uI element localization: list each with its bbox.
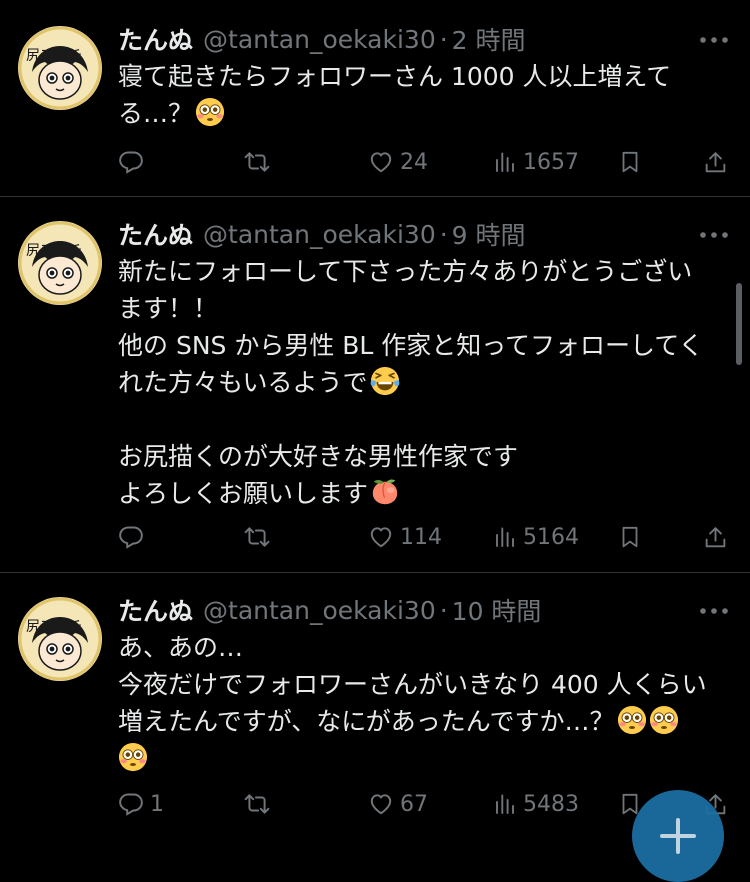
- tweet-text-line: 増えたんですが、なにがあったんですか…？: [118, 703, 728, 740]
- compose-plus-icon: [660, 818, 696, 854]
- view-count: 5164: [523, 524, 579, 550]
- tweet-actions: 24 1657: [118, 145, 738, 179]
- tweet-text-fragment: 増えたんですが、なにがあったんですか…？: [118, 707, 615, 736]
- share-button[interactable]: [703, 145, 728, 179]
- retweet-button[interactable]: [244, 145, 270, 179]
- laughing-tears-face-icon: [370, 366, 400, 396]
- tweet-text-line: 新たにフォローして下さった方々ありがとうござい: [118, 257, 693, 286]
- tweet-text-fragment: る…？: [118, 99, 194, 128]
- timestamp[interactable]: 9 時間: [452, 216, 526, 252]
- user-handle[interactable]: @tantan_oekaki30: [203, 25, 436, 54]
- share-icon: [703, 150, 728, 175]
- tweet-text: 寝て起きたらフォロワーさん 1000 人以上増えて る…？: [118, 58, 728, 132]
- avatar[interactable]: 尻フェチ: [18, 597, 102, 681]
- tweet-header: たんぬ @tantan_oekaki30 · 10 時間: [118, 593, 541, 627]
- separator-dot: ·: [439, 595, 448, 625]
- separator-dot: ·: [439, 24, 448, 54]
- heart-icon: [368, 791, 394, 817]
- more-icon[interactable]: [698, 32, 730, 48]
- user-handle[interactable]: @tantan_oekaki30: [203, 220, 436, 249]
- heart-icon: [368, 524, 394, 550]
- retweet-icon: [244, 791, 270, 817]
- views-button[interactable]: 5164: [493, 520, 579, 554]
- tweet-text-line: れた方々もいるようで: [118, 364, 728, 401]
- tweet-text-line: ます！！: [118, 294, 219, 323]
- reply-button[interactable]: [118, 520, 150, 554]
- user-handle[interactable]: @tantan_oekaki30: [203, 596, 436, 625]
- share-icon: [703, 525, 728, 550]
- bookmark-icon: [618, 150, 642, 174]
- retweet-icon: [244, 524, 270, 550]
- svg-text:尻フェチ: 尻フェチ: [26, 243, 82, 259]
- timestamp[interactable]: 10 時間: [452, 592, 542, 628]
- compose-button[interactable]: [632, 790, 724, 882]
- tweet-text-fragment: よろしくお願いします: [118, 479, 369, 508]
- svg-text:尻フェチ: 尻フェチ: [26, 619, 82, 635]
- reply-count: 1: [150, 791, 164, 817]
- peach-icon: [370, 477, 400, 507]
- tweet-text-line: お尻描くのが大好きな男性作家です: [118, 442, 519, 471]
- reply-button[interactable]: [118, 145, 150, 179]
- tweet-actions: 114 5164: [118, 520, 738, 554]
- more-icon[interactable]: [698, 227, 730, 243]
- retweet-button[interactable]: [244, 787, 270, 821]
- tweet-text-line: 他の SNS から男性 BL 作家と知ってフォローしてく: [118, 331, 704, 360]
- tweet[interactable]: 尻フェチ たんぬ @tantan_oekaki30 · 2 時間 寝て起きたらフ…: [0, 0, 750, 195]
- bookmark-button[interactable]: [618, 520, 642, 554]
- display-name[interactable]: たんぬ: [118, 216, 193, 252]
- views-icon: [493, 525, 517, 549]
- timestamp[interactable]: 2 時間: [452, 21, 526, 57]
- tweet-text-line: よろしくお願いします: [118, 475, 728, 512]
- reply-icon: [118, 149, 144, 175]
- tweet-text-fragment: れた方々もいるようで: [118, 368, 368, 397]
- scrollbar[interactable]: [736, 283, 742, 365]
- separator-dot: ·: [439, 219, 448, 249]
- tweet-text-line: 今夜だけでフォロワーさんがいきなり 400 人くらい: [118, 670, 707, 699]
- bookmark-button[interactable]: [618, 145, 642, 179]
- flushed-face-icon: [617, 705, 647, 735]
- reply-icon: [118, 524, 144, 550]
- bookmark-icon: [618, 525, 642, 549]
- tweet[interactable]: 尻フェチ たんぬ @tantan_oekaki30 · 9 時間 新たにフォロー…: [0, 197, 750, 571]
- views-icon: [493, 150, 517, 174]
- tweet-header: たんぬ @tantan_oekaki30 · 2 時間: [118, 22, 526, 56]
- like-count: 67: [400, 791, 428, 817]
- view-count: 5483: [523, 791, 579, 817]
- like-button[interactable]: 24: [368, 145, 428, 179]
- tweet-header: たんぬ @tantan_oekaki30 · 9 時間: [118, 217, 526, 251]
- reply-button[interactable]: 1: [118, 787, 164, 821]
- like-button[interactable]: 67: [368, 787, 428, 821]
- views-button[interactable]: 1657: [493, 145, 579, 179]
- like-button[interactable]: 114: [368, 520, 442, 554]
- views-button[interactable]: 5483: [493, 787, 579, 821]
- heart-icon: [368, 149, 394, 175]
- retweet-icon: [244, 149, 270, 175]
- tweet-text: 新たにフォローして下さった方々ありがとうござい ます！！ 他の SNS から男性…: [118, 253, 728, 512]
- display-name[interactable]: たんぬ: [118, 21, 193, 57]
- flushed-face-icon: [118, 742, 148, 772]
- tweet-text-line: る…？: [118, 95, 728, 132]
- more-icon[interactable]: [698, 603, 730, 619]
- tweet-text-line: 寝て起きたらフォロワーさん 1000 人以上増えて: [118, 62, 672, 91]
- tweet-text-line: [118, 740, 728, 777]
- retweet-button[interactable]: [244, 520, 270, 554]
- views-icon: [493, 792, 517, 816]
- share-button[interactable]: [703, 520, 728, 554]
- display-name[interactable]: たんぬ: [118, 592, 193, 628]
- view-count: 1657: [523, 149, 579, 175]
- reply-icon: [118, 791, 144, 817]
- avatar[interactable]: 尻フェチ: [18, 221, 102, 305]
- avatar[interactable]: 尻フェチ: [18, 26, 102, 110]
- flushed-face-icon: [649, 705, 679, 735]
- tweet-text-line: あ、あの…: [118, 633, 244, 662]
- like-count: 24: [400, 149, 428, 175]
- svg-text:尻フェチ: 尻フェチ: [26, 48, 82, 64]
- flushed-face-icon: [195, 97, 225, 127]
- tweet-text: あ、あの… 今夜だけでフォロワーさんがいきなり 400 人くらい 増えたんですが…: [118, 629, 728, 777]
- like-count: 114: [400, 524, 442, 550]
